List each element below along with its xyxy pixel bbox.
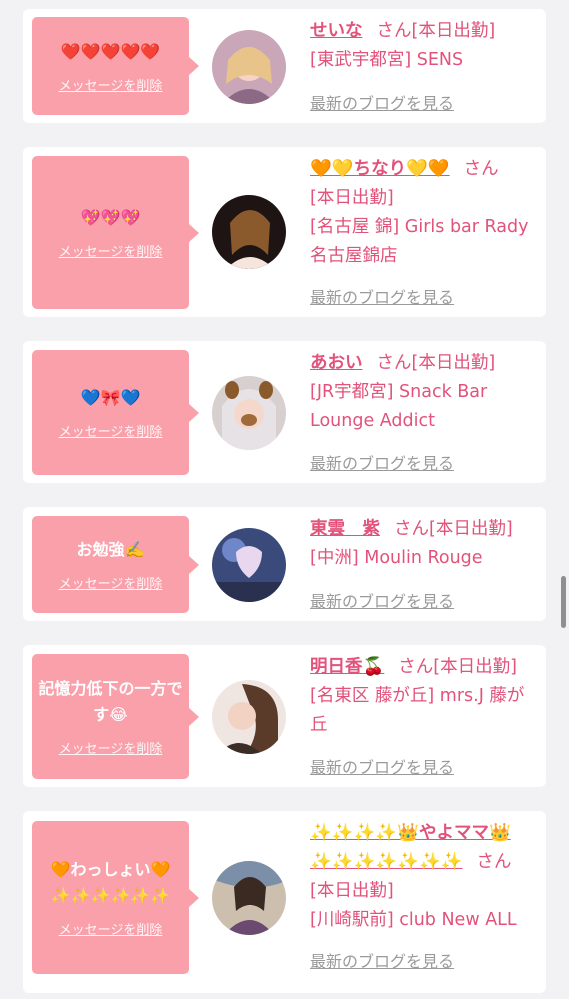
shop-name: [東武宇都宮] SENS (310, 50, 464, 70)
message-bubble: 💖💖💖 メッセージを削除 (32, 156, 199, 309)
delete-message-link[interactable]: メッセージを削除 (59, 919, 163, 938)
honorific: さん (376, 21, 412, 41)
attendance-status: [本日出勤] (310, 188, 394, 208)
message-bubble: 💙🎀💙 メッセージを削除 (32, 350, 199, 475)
avatar[interactable] (212, 528, 286, 602)
message-text: 🧡わっしょい🧡 ✨✨✨✨✨✨ (50, 860, 171, 905)
delete-message-link[interactable]: メッセージを削除 (59, 738, 163, 757)
shop-name: [川崎駅前] club New ALL (310, 910, 517, 930)
message-text: 💙🎀💙 (80, 388, 141, 407)
delete-message-link[interactable]: メッセージを削除 (59, 75, 163, 94)
message-text: 記憶力低下の一方です😂 (38, 679, 183, 724)
honorific: さん (476, 852, 512, 872)
message-bubble: 記憶力低下の一方です😂 メッセージを削除 (32, 654, 199, 779)
latest-blog-link[interactable]: 最新のブログを見る (310, 588, 454, 612)
delete-message-link[interactable]: メッセージを削除 (59, 421, 163, 440)
honorific: さん (394, 519, 429, 539)
message-bubble: 🧡わっしょい🧡 ✨✨✨✨✨✨ メッセージを削除 (32, 821, 199, 974)
shop-name: [中洲] Moulin Rouge (310, 548, 483, 568)
attendance-status: [本日出勤] (433, 657, 517, 677)
cast-name-link[interactable]: 東雲 紫 (310, 519, 380, 539)
attendance-status: [本日出勤] (411, 353, 496, 373)
cast-name-link[interactable]: せいな (310, 21, 363, 41)
cast-name-link[interactable]: あおい (310, 353, 363, 373)
honorific: さん (463, 159, 499, 179)
latest-blog-link[interactable]: 最新のブログを見る (310, 284, 454, 308)
cast-card: 💙🎀💙 メッセージを削除 あおい さん[本日出勤] [JR宇都宮] Snack B… (23, 341, 546, 483)
latest-blog-link[interactable]: 最新のブログを見る (310, 948, 454, 972)
scrollbar[interactable] (561, 576, 566, 628)
cast-card: 💖💖💖 メッセージを削除 🧡💛ちなり💛🧡 さん [本日出勤] [名古屋 錦] Gi… (23, 147, 546, 317)
avatar[interactable] (212, 376, 286, 450)
latest-blog-link[interactable]: 最新のブログを見る (310, 754, 454, 778)
shop-name: [名東区 藤が丘] mrs.J 藤が丘 (310, 686, 525, 735)
cast-card: 🧡わっしょい🧡 ✨✨✨✨✨✨ メッセージを削除 ✨✨✨✨👑やよママ👑✨✨✨✨✨✨… (23, 811, 546, 993)
cast-name-link[interactable]: 🧡💛ちなり💛🧡 (310, 159, 450, 179)
honorific: さん (398, 657, 434, 677)
latest-blog-link[interactable]: 最新のブログを見る (310, 450, 454, 474)
shop-name: [JR宇都宮] Snack Bar Lounge Addict (310, 382, 488, 431)
avatar[interactable] (212, 680, 286, 754)
message-bubble: お勉強✍️ メッセージを削除 (32, 516, 199, 613)
cast-info: 🧡💛ちなり💛🧡 さん [本日出勤] [名古屋 錦] Girls bar Rady … (310, 155, 538, 271)
cast-name-link[interactable]: 明日香🍒 (310, 657, 384, 677)
cast-card: 記憶力低下の一方です😂 メッセージを削除 明日香🍒 さん[本日出勤] [名東区 藤… (23, 645, 546, 787)
cast-info: 東雲 紫さん[本日出勤] [中洲] Moulin Rouge (310, 515, 538, 573)
cast-info: 明日香🍒 さん[本日出勤] [名東区 藤が丘] mrs.J 藤が丘 (310, 653, 538, 740)
attendance-status: [本日出勤] (411, 21, 496, 41)
message-text: お勉強✍️ (76, 540, 145, 559)
message-text: 💖💖💖 (80, 208, 141, 227)
cast-info: あおい さん[本日出勤] [JR宇都宮] Snack Bar Lounge Add… (310, 349, 538, 436)
latest-blog-link[interactable]: 最新のブログを見る (310, 90, 454, 114)
message-text: ❤️❤️❤️❤️❤️ (60, 41, 161, 61)
attendance-status: [本日出勤] (310, 881, 394, 901)
message-bubble: ❤️❤️❤️❤️❤️ メッセージを削除 (32, 17, 199, 115)
shop-name: [名古屋 錦] Girls bar Rady 名古屋錦店 (310, 217, 529, 266)
attendance-status: [本日出勤] (429, 519, 513, 539)
cast-info: ✨✨✨✨👑やよママ👑✨✨✨✨✨✨✨ さん [本日出勤] [川崎駅前] club N… (310, 819, 538, 935)
cast-card: お勉強✍️ メッセージを削除 東雲 紫さん[本日出勤] [中洲] Moulin … (23, 507, 546, 621)
cast-info: せいな さん[本日出勤] [東武宇都宮] SENS (310, 17, 538, 75)
avatar[interactable] (212, 30, 286, 104)
delete-message-link[interactable]: メッセージを削除 (59, 241, 163, 260)
cast-card: ❤️❤️❤️❤️❤️ メッセージを削除 せいな さん[本日出勤] [東武宇都宮] … (23, 9, 546, 123)
delete-message-link[interactable]: メッセージを削除 (59, 573, 163, 592)
avatar[interactable] (212, 195, 286, 269)
avatar[interactable] (212, 861, 286, 935)
honorific: さん (376, 353, 412, 373)
favorite-cast-list: ❤️❤️❤️❤️❤️ メッセージを削除 せいな さん[本日出勤] [東武宇都宮] … (0, 0, 569, 999)
